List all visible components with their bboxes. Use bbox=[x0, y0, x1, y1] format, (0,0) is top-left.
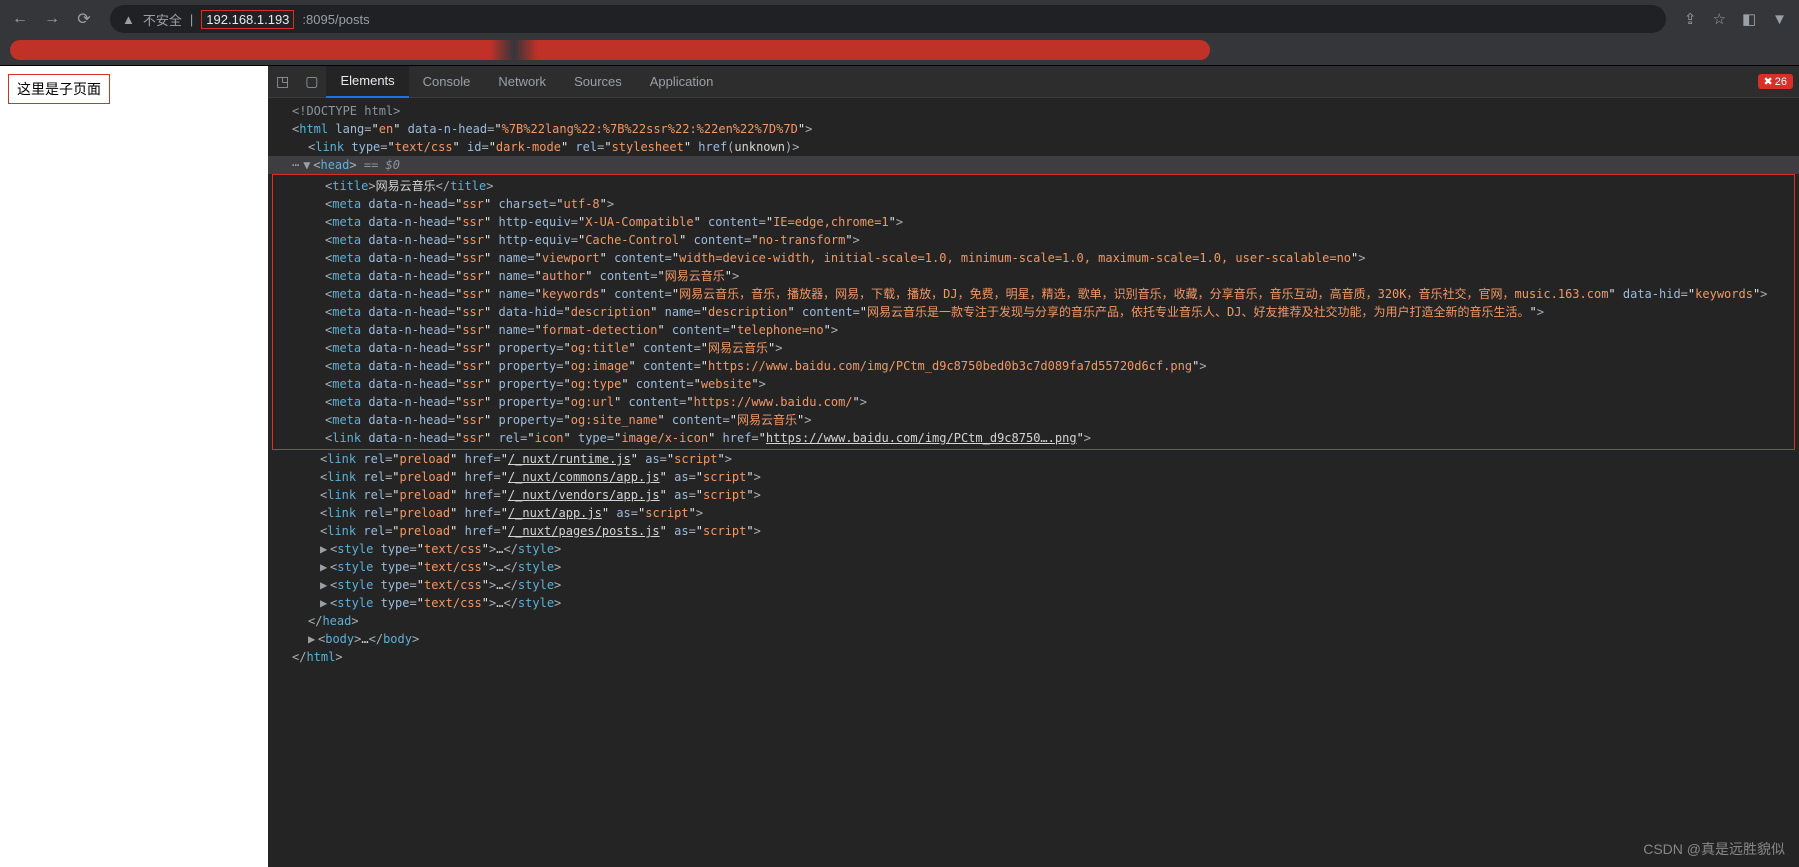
title-line[interactable]: <title>网易云音乐</title> bbox=[273, 177, 1794, 195]
share-icon[interactable]: ⇪ bbox=[1678, 10, 1703, 28]
redaction-overlay bbox=[10, 40, 1210, 60]
meta-og-url[interactable]: <meta data-n-head="ssr" property="og:url… bbox=[273, 393, 1794, 411]
tab-sources[interactable]: Sources bbox=[560, 66, 636, 98]
meta-ua[interactable]: <meta data-n-head="ssr" http-equiv="X-UA… bbox=[273, 213, 1794, 231]
main-area: 这里是子页面 ◳ ▢ Elements Console Network Sour… bbox=[0, 66, 1799, 867]
warning-icon: ▲ bbox=[122, 12, 135, 27]
watermark: CSDN @真是远胜貌似 bbox=[1643, 839, 1785, 859]
tab-console[interactable]: Console bbox=[409, 66, 485, 98]
style-2[interactable]: ▶<style type="text/css">…</style> bbox=[268, 558, 1799, 576]
browser-toolbar: ← → ⟳ ▲ 不安全 | 192.168.1.193 :8095/posts ⇪… bbox=[0, 0, 1799, 38]
html-open[interactable]: <html lang="en" data-n-head="%7B%22lang%… bbox=[268, 120, 1799, 138]
url-divider: | bbox=[190, 12, 193, 27]
meta-charset[interactable]: <meta data-n-head="ssr" charset="utf-8"> bbox=[273, 195, 1794, 213]
link-dark[interactable]: <link type="text/css" id="dark-mode" rel… bbox=[268, 138, 1799, 156]
device-icon[interactable]: ▢ bbox=[297, 73, 326, 90]
html-close[interactable]: </html> bbox=[268, 648, 1799, 666]
star-icon[interactable]: ☆ bbox=[1707, 10, 1732, 28]
meta-og-type[interactable]: <meta data-n-head="ssr" property="og:typ… bbox=[273, 375, 1794, 393]
page-text: 这里是子页面 bbox=[8, 74, 110, 104]
address-bar[interactable]: ▲ 不安全 | 192.168.1.193 :8095/posts bbox=[110, 5, 1666, 33]
preload-2[interactable]: <link rel="preload" href="/_nuxt/commons… bbox=[268, 468, 1799, 486]
link-icon[interactable]: <link data-n-head="ssr" rel="icon" type=… bbox=[273, 429, 1794, 447]
tab-network[interactable]: Network bbox=[484, 66, 560, 98]
doctype-line[interactable]: <!DOCTYPE html> bbox=[268, 102, 1799, 120]
style-3[interactable]: ▶<style type="text/css">…</style> bbox=[268, 576, 1799, 594]
preload-4[interactable]: <link rel="preload" href="/_nuxt/app.js"… bbox=[268, 504, 1799, 522]
forward-button[interactable]: → bbox=[38, 5, 66, 33]
url-host: 192.168.1.193 bbox=[201, 10, 294, 29]
bookmark-bar bbox=[0, 38, 1799, 66]
devtools-tabs: ◳ ▢ Elements Console Network Sources App… bbox=[268, 66, 1799, 98]
meta-og-title[interactable]: <meta data-n-head="ssr" property="og:tit… bbox=[273, 339, 1794, 357]
error-badge[interactable]: ✖ 26 bbox=[1758, 74, 1793, 89]
meta-format[interactable]: <meta data-n-head="ssr" name="format-det… bbox=[273, 321, 1794, 339]
meta-og-image[interactable]: <meta data-n-head="ssr" property="og:ima… bbox=[273, 357, 1794, 375]
style-1[interactable]: ▶<style type="text/css">…</style> bbox=[268, 540, 1799, 558]
filter-icon[interactable]: ▼ bbox=[1766, 11, 1793, 28]
preload-1[interactable]: <link rel="preload" href="/_nuxt/runtime… bbox=[268, 450, 1799, 468]
preload-3[interactable]: <link rel="preload" href="/_nuxt/vendors… bbox=[268, 486, 1799, 504]
meta-viewport[interactable]: <meta data-n-head="ssr" name="viewport" … bbox=[273, 249, 1794, 267]
elements-panel[interactable]: <!DOCTYPE html> <html lang="en" data-n-h… bbox=[268, 98, 1799, 867]
meta-cache[interactable]: <meta data-n-head="ssr" http-equiv="Cach… bbox=[273, 231, 1794, 249]
security-label: 不安全 bbox=[143, 10, 182, 29]
style-4[interactable]: ▶<style type="text/css">…</style> bbox=[268, 594, 1799, 612]
page-viewport: 这里是子页面 bbox=[0, 66, 268, 867]
meta-author[interactable]: <meta data-n-head="ssr" name="author" co… bbox=[273, 267, 1794, 285]
devtools: ◳ ▢ Elements Console Network Sources App… bbox=[268, 66, 1799, 867]
tab-elements[interactable]: Elements bbox=[326, 66, 408, 98]
head-close[interactable]: </head> bbox=[268, 612, 1799, 630]
preload-5[interactable]: <link rel="preload" href="/_nuxt/pages/p… bbox=[268, 522, 1799, 540]
url-path: :8095/posts bbox=[302, 12, 369, 27]
meta-keywords[interactable]: <meta data-n-head="ssr" name="keywords" … bbox=[273, 285, 1794, 303]
head-contents-highlight: <title>网易云音乐</title> <meta data-n-head="… bbox=[272, 174, 1795, 450]
body-line[interactable]: ▶<body>…</body> bbox=[268, 630, 1799, 648]
back-button[interactable]: ← bbox=[6, 5, 34, 33]
head-open[interactable]: ▼<head> == $0 bbox=[268, 156, 1799, 174]
extension-icon[interactable]: ◧ bbox=[1736, 10, 1762, 28]
tab-application[interactable]: Application bbox=[636, 66, 728, 98]
inspect-icon[interactable]: ◳ bbox=[268, 73, 297, 90]
meta-description[interactable]: <meta data-n-head="ssr" data-hid="descri… bbox=[273, 303, 1794, 321]
reload-button[interactable]: ⟳ bbox=[70, 5, 98, 33]
meta-og-site[interactable]: <meta data-n-head="ssr" property="og:sit… bbox=[273, 411, 1794, 429]
